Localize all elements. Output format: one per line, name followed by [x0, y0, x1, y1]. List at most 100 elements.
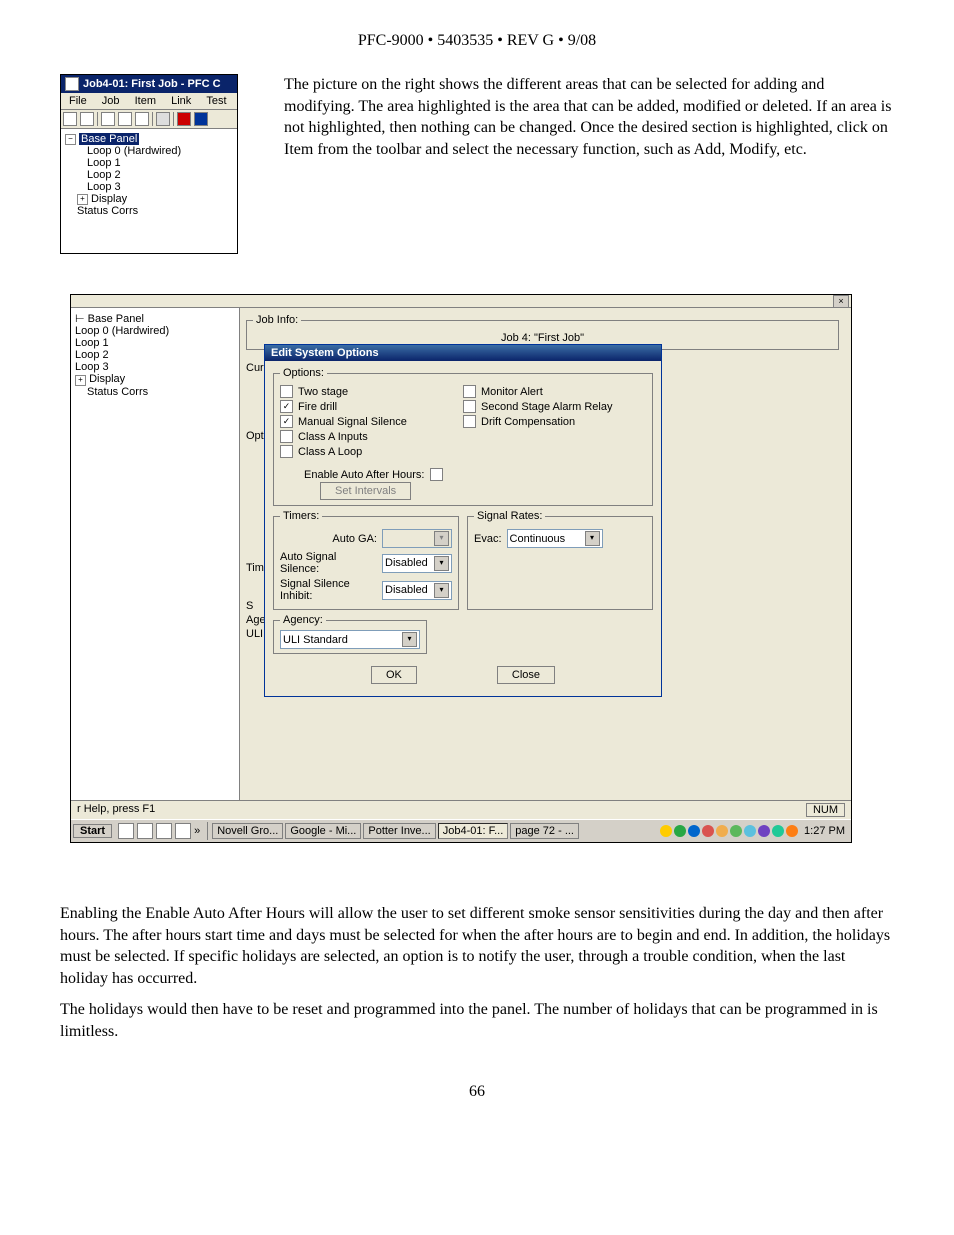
tree-node-status-corrs[interactable]: Status Corrs — [87, 386, 235, 398]
timers-group: Timers: Auto GA: ▾ Auto Signal Silence: … — [273, 510, 459, 610]
checkbox-enable-auto-after-hours[interactable] — [430, 468, 443, 481]
menu-file[interactable]: File — [63, 93, 93, 109]
expand-icon[interactable]: + — [77, 194, 88, 205]
taskbar-task[interactable]: page 72 - ... — [510, 823, 579, 839]
chevron-down-icon[interactable]: ▾ — [434, 556, 449, 571]
menu-item[interactable]: Item — [129, 93, 162, 109]
taskbar-task[interactable]: Google - Mi... — [285, 823, 361, 839]
quicklaunch-more-icon[interactable]: » — [194, 825, 200, 837]
tray-icon[interactable] — [674, 825, 686, 837]
checkbox-second-stage-alarm-relay[interactable] — [463, 400, 476, 413]
taskbar: Start » Novell Gro... Google - Mi... Pot… — [71, 819, 851, 842]
tray-icon[interactable] — [744, 825, 756, 837]
dropdown-evac[interactable]: Continuous▾ — [507, 529, 603, 548]
dropdown-agency[interactable]: ULI Standard▾ — [280, 630, 420, 649]
dropdown-auto-ga: ▾ — [382, 529, 452, 548]
tree-node-display[interactable]: Display — [89, 373, 125, 385]
small-app-window: Job4-01: First Job - PFC C File Job Item… — [60, 74, 238, 254]
menu-job[interactable]: Job — [96, 93, 126, 109]
page-number: 66 — [60, 1083, 894, 1101]
app-icon — [65, 77, 79, 91]
checkbox-fire-drill[interactable]: ✓ — [280, 400, 293, 413]
open-icon[interactable] — [80, 112, 94, 126]
tray-icon[interactable] — [660, 825, 672, 837]
tray-clock: 1:27 PM — [800, 825, 849, 837]
quicklaunch-icon[interactable] — [137, 823, 153, 839]
ok-button[interactable]: OK — [371, 666, 417, 684]
tree-node-loop2[interactable]: Loop 2 — [75, 349, 235, 361]
tree-node-loop0[interactable]: Loop 0 (Hardwired) — [87, 145, 233, 157]
edit-system-options-dialog: Edit System Options Options: Two stage ✓… — [264, 344, 662, 697]
print-icon[interactable] — [156, 112, 170, 126]
agency-legend: Agency: — [280, 614, 326, 626]
tree-node-loop3[interactable]: Loop 3 — [87, 181, 233, 193]
intro-paragraph: The picture on the right shows the diffe… — [284, 74, 894, 160]
tree-node-base-panel[interactable]: Base Panel — [88, 313, 144, 325]
quicklaunch-icon[interactable] — [118, 823, 134, 839]
tray-icon[interactable] — [758, 825, 770, 837]
agency-group: Agency: ULI Standard▾ — [273, 614, 427, 654]
timers-legend: Timers: — [280, 510, 322, 522]
dropdown-signal-silence-inhibit[interactable]: Disabled▾ — [382, 581, 452, 600]
close-icon[interactable]: × — [833, 295, 849, 308]
tree-node-base-panel[interactable]: Base Panel — [79, 133, 139, 145]
new-icon[interactable] — [63, 112, 77, 126]
chevron-down-icon[interactable]: ▾ — [434, 583, 449, 598]
tray-icon[interactable] — [716, 825, 728, 837]
system-tray: 1:27 PM — [658, 825, 851, 837]
chevron-down-icon[interactable]: ▾ — [402, 632, 417, 647]
status-num: NUM — [806, 803, 845, 817]
collapse-icon[interactable]: − — [65, 134, 76, 145]
tree-node-loop2[interactable]: Loop 2 — [87, 169, 233, 181]
tool-blue-icon[interactable] — [194, 112, 208, 126]
tool-red-icon[interactable] — [177, 112, 191, 126]
label-evac: Evac: — [474, 533, 502, 545]
job-info-legend: Job Info: — [253, 314, 301, 326]
label-drift-compensation: Drift Compensation — [481, 416, 575, 428]
label-manual-signal-silence: Manual Signal Silence — [298, 416, 407, 428]
checkbox-manual-signal-silence[interactable]: ✓ — [280, 415, 293, 428]
quicklaunch-icon[interactable] — [175, 823, 191, 839]
status-help-text: r Help, press F1 — [77, 803, 155, 817]
checkbox-drift-compensation[interactable] — [463, 415, 476, 428]
tree-node-loop3[interactable]: Loop 3 — [75, 361, 235, 373]
close-button[interactable]: Close — [497, 666, 555, 684]
dialog-titlebar: Edit System Options — [265, 345, 661, 361]
copy-icon[interactable] — [118, 112, 132, 126]
label-signal-silence-inhibit: Signal Silence Inhibit: — [280, 578, 377, 602]
taskbar-task-active[interactable]: Job4-01: F... — [438, 823, 509, 839]
paragraph-holidays: The holidays would then have to be reset… — [60, 999, 894, 1042]
tree-node-status-corrs[interactable]: Status Corrs — [77, 205, 233, 217]
paste-icon[interactable] — [135, 112, 149, 126]
checkbox-two-stage[interactable] — [280, 385, 293, 398]
tray-icon[interactable] — [702, 825, 714, 837]
label-two-stage: Two stage — [298, 386, 348, 398]
toolbar-separator — [173, 112, 174, 126]
toolbar-separator — [97, 112, 98, 126]
tray-icon[interactable] — [688, 825, 700, 837]
tree-node-loop0[interactable]: Loop 0 (Hardwired) — [75, 325, 235, 337]
expand-icon[interactable]: + — [75, 375, 86, 386]
chevron-down-icon[interactable]: ▾ — [585, 531, 600, 546]
taskbar-task[interactable]: Novell Gro... — [212, 823, 283, 839]
chevron-down-icon: ▾ — [434, 531, 449, 546]
tray-icon[interactable] — [772, 825, 784, 837]
checkbox-class-a-inputs[interactable] — [280, 430, 293, 443]
tray-icon[interactable] — [786, 825, 798, 837]
checkbox-class-a-loop[interactable] — [280, 445, 293, 458]
checkbox-monitor-alert[interactable] — [463, 385, 476, 398]
tree-node-loop1[interactable]: Loop 1 — [87, 157, 233, 169]
doc-header: PFC-9000 • 5403535 • REV G • 9/08 — [60, 32, 894, 50]
taskbar-task[interactable]: Potter Inve... — [363, 823, 435, 839]
tree-node-display[interactable]: Display — [91, 193, 127, 205]
menu-test[interactable]: Test — [200, 93, 232, 109]
label-second-stage-alarm-relay: Second Stage Alarm Relay — [481, 401, 612, 413]
cut-icon[interactable] — [101, 112, 115, 126]
menu-link[interactable]: Link — [165, 93, 197, 109]
options-group: Options: Two stage ✓Fire drill ✓Manual S… — [273, 367, 653, 506]
tray-icon[interactable] — [730, 825, 742, 837]
start-button[interactable]: Start — [73, 824, 112, 838]
tree-node-loop1[interactable]: Loop 1 — [75, 337, 235, 349]
dropdown-auto-signal-silence[interactable]: Disabled▾ — [382, 554, 452, 573]
quicklaunch-icon[interactable] — [156, 823, 172, 839]
